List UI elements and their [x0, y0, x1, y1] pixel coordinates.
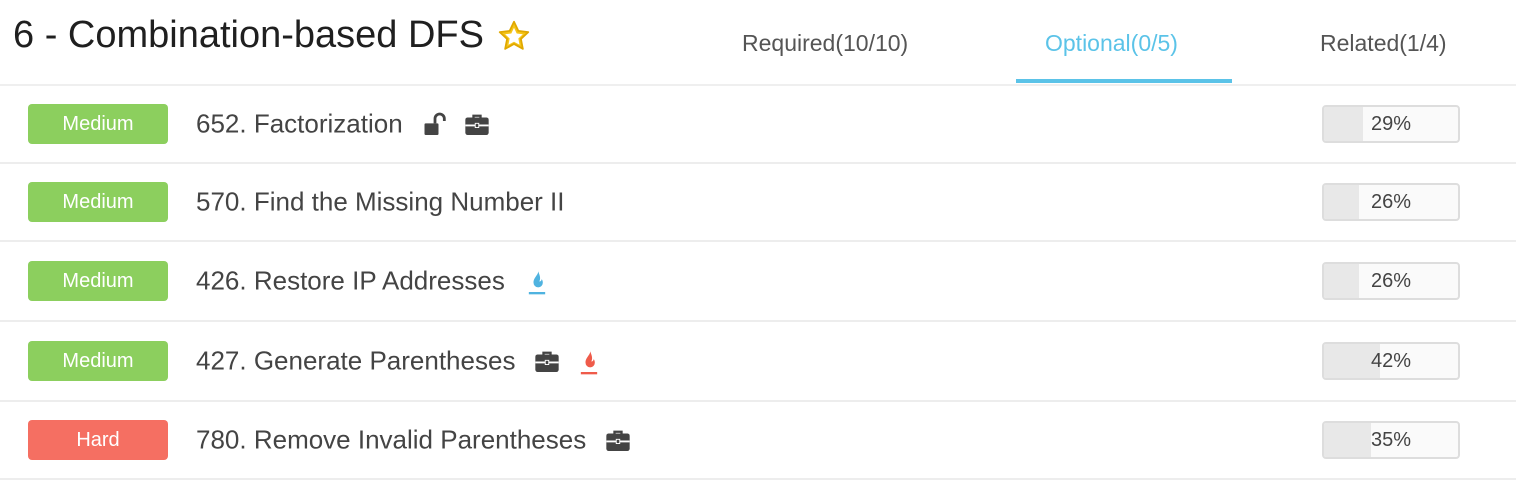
problem-title-text: 652. Factorization — [196, 108, 403, 139]
problem-row[interactable]: Medium 570. Find the Missing Number II 26% — [0, 164, 1516, 242]
acceptance-rate-text: 26% — [1370, 269, 1412, 292]
fire-blue-icon — [523, 267, 551, 295]
header: 6 - Combination-based DFS Required(10/10… — [0, 0, 1516, 86]
acceptance-rate-text: 26% — [1370, 190, 1412, 213]
acceptance-rate-bar: 42% — [1322, 342, 1460, 380]
difficulty-badge: Medium — [28, 182, 168, 222]
problem-row[interactable]: Medium 427. Generate Parentheses 42% — [0, 322, 1516, 402]
problem-row[interactable]: Hard 780. Remove Invalid Parentheses 35% — [0, 402, 1516, 480]
tab-related[interactable]: Related(1/4) — [1320, 30, 1447, 57]
problem-title-link[interactable]: 570. Find the Missing Number II — [196, 187, 565, 218]
acceptance-rate-bar: 29% — [1322, 105, 1460, 143]
acceptance-rate-bar: 26% — [1322, 183, 1460, 221]
tab-required[interactable]: Required(10/10) — [742, 30, 908, 57]
acceptance-rate-bar: 35% — [1322, 421, 1460, 459]
problem-title-link[interactable]: 780. Remove Invalid Parentheses — [196, 425, 632, 456]
acceptance-rate-text: 42% — [1370, 349, 1412, 372]
tab-bar: Required(10/10) Optional(0/5) Related(1/… — [0, 0, 1516, 86]
problem-title-link[interactable]: 426. Restore IP Addresses — [196, 266, 551, 297]
problem-title-link[interactable]: 427. Generate Parentheses — [196, 346, 603, 377]
problem-row[interactable]: Medium 426. Restore IP Addresses 26% — [0, 242, 1516, 322]
difficulty-badge: Medium — [28, 261, 168, 301]
unlock-icon — [421, 110, 449, 138]
problem-title-text: 570. Find the Missing Number II — [196, 186, 565, 217]
problem-row[interactable]: Medium 652. Factorization 29% — [0, 86, 1516, 164]
acceptance-rate-text: 35% — [1370, 428, 1412, 451]
acceptance-rate-bar: 26% — [1322, 262, 1460, 300]
problem-list: Medium 652. Factorization 29% Medium 570. Fi… — [0, 86, 1516, 480]
briefcase-icon — [533, 347, 561, 375]
problem-title-text: 426. Restore IP Addresses — [196, 265, 505, 296]
briefcase-icon — [604, 426, 632, 454]
briefcase-icon — [463, 110, 491, 138]
acceptance-rate-text: 29% — [1370, 112, 1412, 135]
difficulty-badge: Medium — [28, 104, 168, 144]
problem-title-link[interactable]: 652. Factorization — [196, 109, 491, 140]
fire-red-icon — [575, 347, 603, 375]
difficulty-badge: Medium — [28, 341, 168, 381]
problem-title-text: 427. Generate Parentheses — [196, 345, 516, 376]
problem-title-text: 780. Remove Invalid Parentheses — [196, 424, 587, 455]
active-tab-indicator — [1016, 79, 1232, 83]
difficulty-badge: Hard — [28, 420, 168, 460]
tab-optional[interactable]: Optional(0/5) — [1045, 30, 1178, 57]
